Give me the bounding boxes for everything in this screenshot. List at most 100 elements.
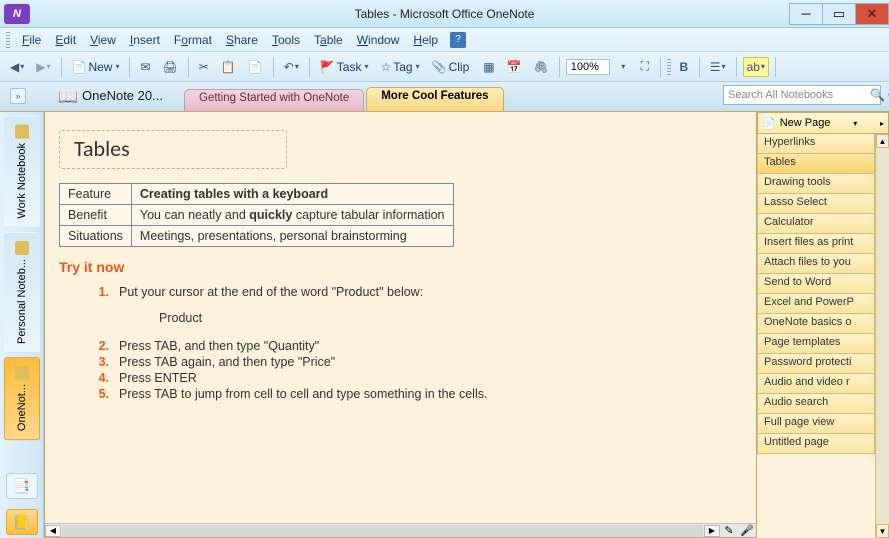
steps-list: 1.Put your cursor at the end of the word…	[87, 285, 742, 299]
page-list-item[interactable]: Audio and video r	[757, 374, 875, 394]
tab-getting-started[interactable]: Getting Started with OneNote	[184, 89, 364, 111]
tab-more-cool-features[interactable]: More Cool Features	[366, 87, 503, 111]
copy-button[interactable]: 📋	[217, 57, 240, 77]
menu-file[interactable]: File	[16, 31, 47, 49]
expand-nav-button[interactable]: »	[10, 88, 26, 104]
minimize-button[interactable]: ─	[789, 3, 823, 25]
all-notebooks-button[interactable]: 📒	[6, 509, 38, 535]
close-button[interactable]: ✕	[855, 3, 889, 25]
attach-button[interactable]: 🖇	[530, 57, 553, 77]
grip-icon	[6, 32, 10, 48]
notebook-title[interactable]: OneNote 20...	[82, 88, 163, 103]
tag-button[interactable]: ☆Tag▾	[376, 57, 423, 77]
forward-button[interactable]: ▶▾	[32, 57, 54, 77]
scroll-left-button[interactable]: ◀	[45, 525, 61, 537]
scroll-thumb[interactable]	[62, 525, 703, 537]
unfiled-notes-button[interactable]: 📑	[6, 473, 38, 499]
menu-share[interactable]: Share	[220, 31, 264, 49]
step-text: Press TAB again, and then type "Price"	[119, 355, 335, 369]
cut-button[interactable]: ✂	[195, 57, 213, 77]
menu-table[interactable]: Table	[308, 31, 349, 49]
date-button[interactable]: 📅	[503, 57, 526, 77]
back-button[interactable]: ◀▾	[6, 57, 28, 77]
highlight-button[interactable]: ab▾	[743, 57, 769, 77]
scroll-right-button[interactable]: ▶	[704, 525, 720, 537]
page-list-item[interactable]: Full page view	[757, 414, 875, 434]
notebook-icon: 📖	[58, 87, 78, 107]
menu-view[interactable]: View	[84, 31, 122, 49]
menu-tools[interactable]: Tools	[266, 31, 306, 49]
new-page-dropdown[interactable]: ▾	[853, 119, 857, 128]
page-list-item[interactable]: Untitled page	[757, 434, 875, 454]
table-row: Feature Creating tables with a keyboard	[60, 184, 454, 205]
list-button[interactable]: ☰▾	[706, 57, 730, 77]
clip-button[interactable]: 📎Clip	[428, 57, 476, 77]
maximize-button[interactable]: ▭	[822, 3, 856, 25]
menu-edit[interactable]: Edit	[49, 31, 82, 49]
page-list-item[interactable]: Excel and PowerP	[757, 294, 875, 314]
section-tab-row: » 📖 OneNote 20... Getting Started with O…	[0, 82, 889, 112]
help-icon[interactable]: ?	[450, 32, 466, 48]
search-input[interactable]	[728, 89, 870, 101]
new-page-icon: 📄	[762, 117, 776, 130]
new-page-more[interactable]: ▸	[880, 119, 884, 128]
scroll-up-button[interactable]: ▲	[876, 134, 889, 148]
zoom-input[interactable]	[566, 59, 610, 75]
search-box[interactable]: 🔍 ▾	[723, 85, 881, 105]
print-button[interactable]: 🖨	[159, 57, 182, 77]
grip-icon	[667, 59, 671, 75]
fullpage-button[interactable]: ⛶	[636, 57, 654, 77]
page-list-item[interactable]: Send to Word	[757, 274, 875, 294]
page-list-pane: 📄 New Page ▾ ▸ HyperlinksTablesDrawing t…	[757, 112, 889, 538]
window-title: Tables - Microsoft Office OneNote	[0, 7, 889, 21]
page-list-item[interactable]: Attach files to you	[757, 254, 875, 274]
toolbar: ◀▾ ▶▾ 📄New▾ ✉ 🖨 ✂ 📋 📄 ↶▾ 🚩Task▾ ☆Tag▾ 📎C…	[0, 52, 889, 82]
menu-help[interactable]: Help	[407, 31, 444, 49]
mail-button[interactable]: ✉	[136, 57, 154, 77]
page-list-item[interactable]: Insert files as print	[757, 234, 875, 254]
page-list-item[interactable]: Lasso Select	[757, 194, 875, 214]
step-text: Press TAB, and then type "Quantity"	[119, 339, 319, 353]
page-list-item[interactable]: Drawing tools	[757, 174, 875, 194]
table-button[interactable]: ▦	[479, 57, 498, 77]
page-title-container[interactable]: Tables	[59, 130, 287, 169]
pagelist-scrollbar[interactable]: ▲ ▼	[875, 134, 889, 538]
page-list-item[interactable]: Tables	[757, 154, 875, 174]
product-text[interactable]: Product	[159, 311, 742, 325]
zoom-dropdown[interactable]: ▾	[614, 57, 632, 77]
notebook-personal[interactable]: Personal Noteb...	[4, 232, 40, 353]
page-list-item[interactable]: Calculator	[757, 214, 875, 234]
step-text: Press ENTER	[119, 371, 197, 385]
step-text: Press TAB to jump from cell to cell and …	[119, 387, 487, 401]
page-canvas[interactable]: Tables Feature Creating tables with a ke…	[44, 112, 757, 538]
new-page-button[interactable]: 📄 New Page ▾ ▸	[757, 112, 889, 134]
new-button[interactable]: 📄New▾	[68, 57, 124, 77]
table-row: Situations Meetings, presentations, pers…	[60, 226, 454, 247]
pen-mode-button[interactable]: ✎	[720, 524, 738, 537]
bold-button[interactable]: B	[675, 57, 693, 77]
search-icon[interactable]: 🔍	[870, 88, 885, 102]
undo-button[interactable]: ↶▾	[280, 57, 303, 77]
menu-window[interactable]: Window	[351, 31, 406, 49]
horizontal-scrollbar[interactable]: ◀ ▶ ✎ 🎤	[45, 523, 756, 537]
notebook-onenote[interactable]: OneNot...	[4, 357, 40, 440]
mic-button[interactable]: 🎤	[738, 524, 756, 537]
task-button[interactable]: 🚩Task▾	[316, 57, 373, 77]
scroll-down-button[interactable]: ▼	[876, 524, 889, 538]
try-it-heading: Try it now	[59, 259, 742, 275]
page-title: Tables	[74, 135, 272, 162]
menubar: File Edit View Insert Format Share Tools…	[0, 28, 889, 52]
menu-insert[interactable]: Insert	[124, 31, 166, 49]
notebook-work[interactable]: Work Notebook	[4, 116, 40, 228]
page-list-item[interactable]: Audio search	[757, 394, 875, 414]
table-row: Benefit You can neatly and quickly captu…	[60, 205, 454, 226]
page-list-item[interactable]: OneNote basics o	[757, 314, 875, 334]
step-text: Put your cursor at the end of the word "…	[119, 285, 423, 299]
page-list-item[interactable]: Page templates	[757, 334, 875, 354]
menu-format[interactable]: Format	[168, 31, 218, 49]
paste-button[interactable]: 📄	[244, 57, 267, 77]
page-list-item[interactable]: Hyperlinks	[757, 134, 875, 154]
page-list-item[interactable]: Password protecti	[757, 354, 875, 374]
info-table[interactable]: Feature Creating tables with a keyboard …	[59, 183, 454, 247]
titlebar: N Tables - Microsoft Office OneNote ─ ▭ …	[0, 0, 889, 28]
